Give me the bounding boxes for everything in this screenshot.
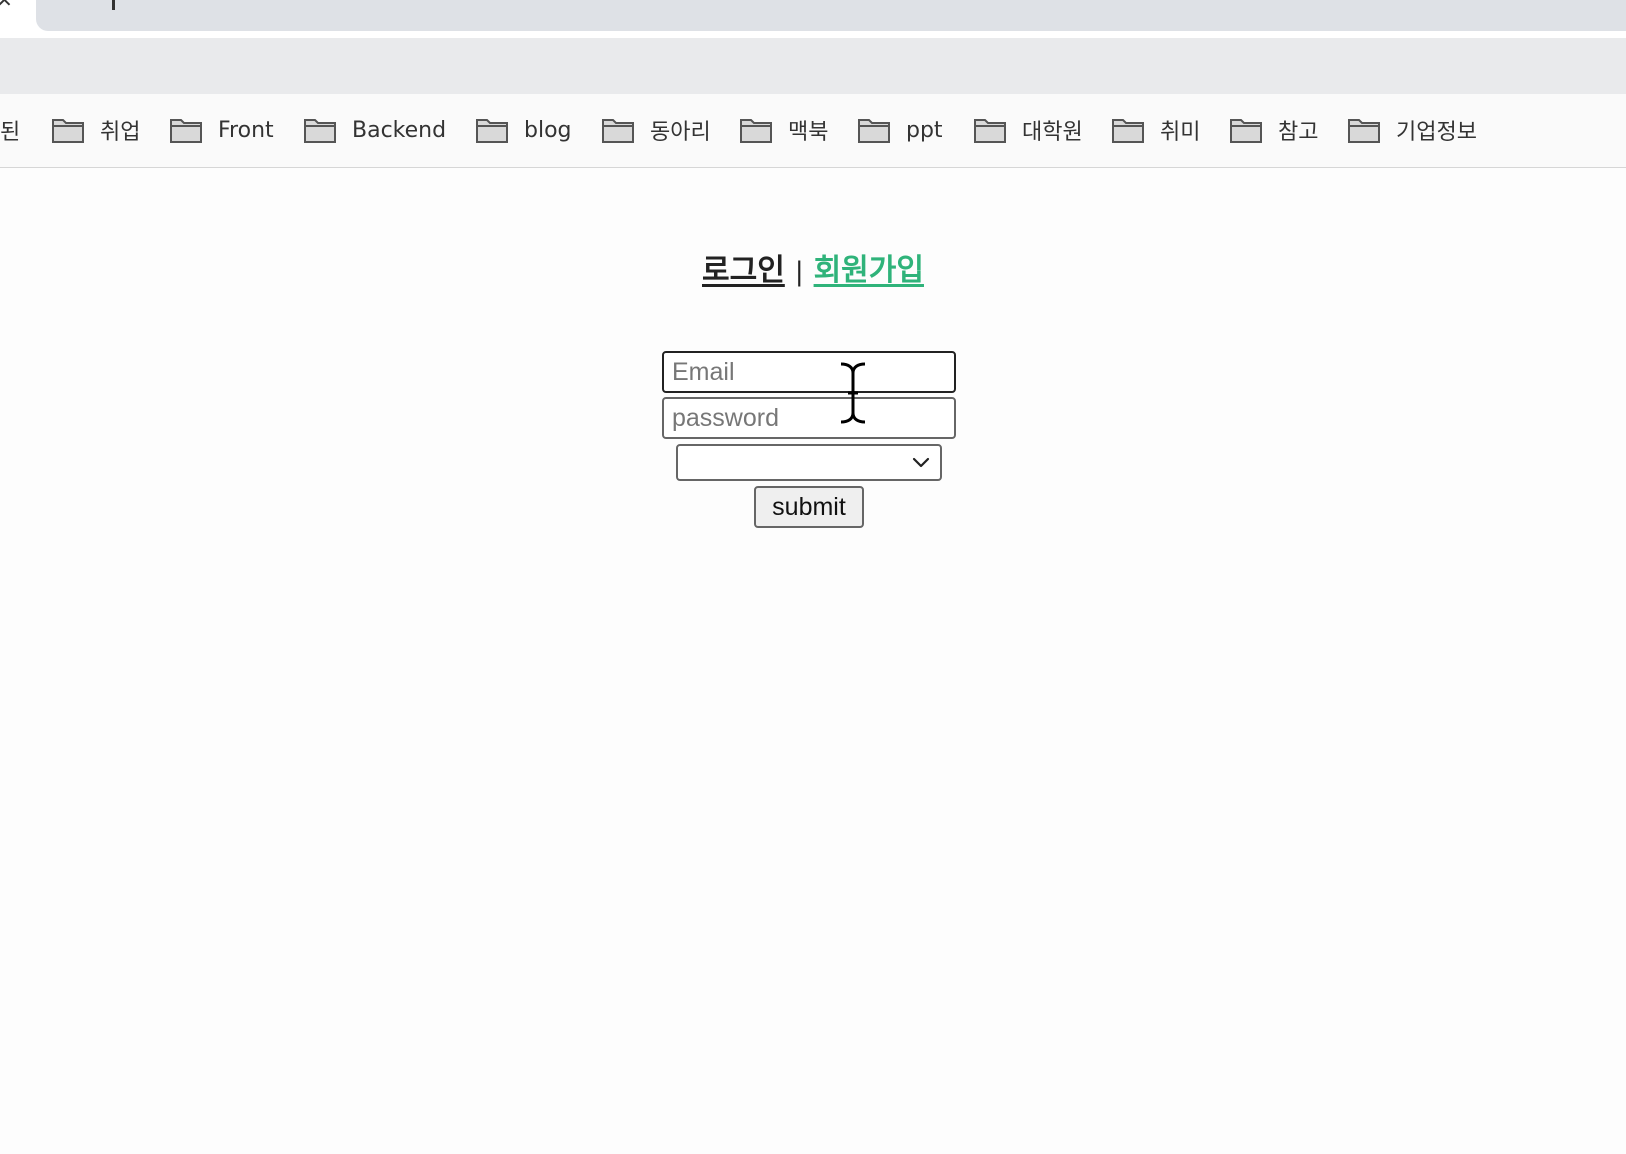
auth-nav: 로그인 | 회원가입 [0, 245, 1626, 289]
email-field[interactable] [662, 351, 956, 393]
folder-icon [304, 119, 336, 143]
bookmark-folder-4[interactable]: blog [476, 112, 572, 148]
bookmark-folder-10[interactable]: 참고 [1230, 112, 1318, 148]
bookmark-folder-9[interactable]: 취미 [1112, 112, 1200, 148]
folder-icon [170, 119, 202, 143]
folder-icon [1112, 119, 1144, 143]
bookmark-partial-item[interactable]: 된 [0, 114, 20, 146]
folder-icon [858, 119, 890, 143]
folder-icon [974, 119, 1006, 143]
login-link[interactable]: 로그인 [702, 253, 785, 288]
bookmark-folder-1[interactable]: 취업 [52, 112, 140, 148]
folder-icon [52, 119, 84, 143]
bookmark-label: 기업정보 [1396, 120, 1477, 145]
signup-link[interactable]: 회원가입 [814, 253, 924, 288]
bookmark-folder-8[interactable]: 대학원 [974, 112, 1083, 148]
bookmark-label: 동아리 [650, 120, 711, 145]
bookmark-folder-11[interactable]: 기업정보 [1348, 112, 1477, 148]
bookmark-folder-6[interactable]: 맥북 [740, 112, 828, 148]
bookmark-label: blog [524, 117, 572, 143]
bookmark-label: Backend [352, 117, 447, 143]
bookmark-label: 취미 [1160, 120, 1201, 145]
folder-icon [1348, 119, 1380, 143]
folder-icon [476, 119, 508, 143]
submit-button[interactable]: submit [754, 486, 864, 528]
bookmark-folder-2[interactable]: Front [170, 112, 274, 148]
tab-strip: ✕ [0, 0, 1626, 38]
nav-separator: | [794, 257, 804, 287]
bookmark-label: 대학원 [1022, 120, 1083, 145]
bookmark-label: ppt [906, 117, 943, 143]
close-tab-icon[interactable]: ✕ [0, 0, 16, 10]
role-select[interactable] [676, 444, 942, 481]
password-field[interactable] [662, 397, 956, 439]
bookmark-label: 맥북 [788, 120, 829, 145]
bookmark-folder-7[interactable]: ppt [858, 112, 943, 148]
bookmark-folder-3[interactable]: Backend [304, 112, 446, 148]
tab-edge-icon [112, 0, 115, 10]
bookmark-folder-5[interactable]: 동아리 [602, 112, 711, 148]
bookmark-label: 참고 [1278, 120, 1319, 145]
text-cursor-icon [840, 362, 866, 424]
bookmark-label: Front [218, 117, 274, 143]
browser-toolbar [0, 38, 1626, 94]
chevron-down-icon [912, 457, 930, 468]
folder-icon [602, 119, 634, 143]
folder-icon [1230, 119, 1262, 143]
active-tab[interactable] [36, 0, 1626, 31]
bookmark-label: 취업 [100, 120, 141, 145]
folder-icon [740, 119, 772, 143]
